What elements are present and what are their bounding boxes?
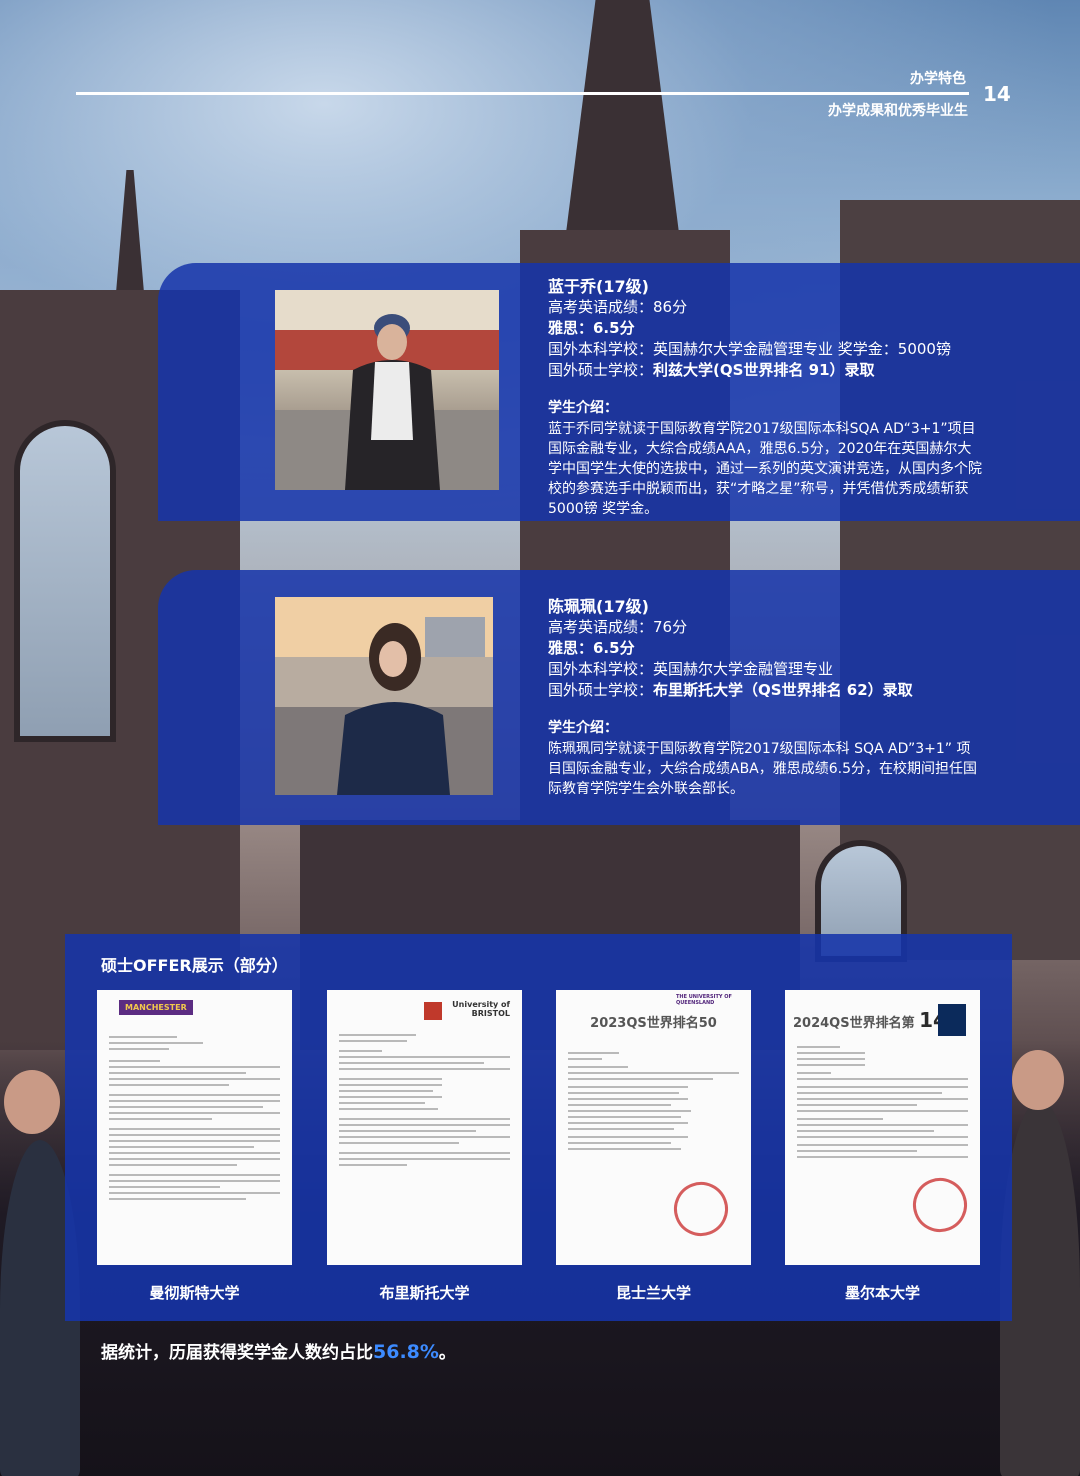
letter-text-lines <box>109 1036 280 1204</box>
offer-letter-bristol: University of BRISTOL <box>327 990 522 1265</box>
letter-text-lines <box>339 1034 510 1170</box>
undergrad-label: 国外本科学校： <box>548 340 654 358</box>
student-photo-2 <box>275 597 493 795</box>
intro-title: 学生介绍： <box>548 720 618 736</box>
person-silhouette <box>1000 1100 1080 1476</box>
university-name: 墨尔本大学 <box>844 1284 920 1302</box>
master-label: 国外硕士学校： <box>548 361 654 379</box>
undergrad-school: 国外本科学校：英国赫尔大学金融管理专业 奖学金：5000镑 <box>548 339 984 360</box>
student-intro: 陈珮珮同学就读于国际教育学院2017级国际本科 SQA AD”3+1” 项目国际… <box>548 741 978 797</box>
student-1-portrait <box>275 290 499 490</box>
master-value: 利兹大学(QS世界排名 91）录取 <box>653 361 875 379</box>
university-name: 布里斯托大学 <box>379 1284 470 1302</box>
student-intro: 蓝于乔同学就读于国际教育学院2017级国际本科SQA AD“3+1”项目国际金融… <box>548 421 982 517</box>
master-school: 国外硕士学校：布里斯托大学（QS世界排名 62）录取 <box>548 680 984 701</box>
approval-stamp <box>905 1170 975 1240</box>
melbourne-crest-icon <box>938 1004 966 1036</box>
letter-text-lines <box>568 1052 739 1154</box>
master-school: 国外硕士学校：利兹大学(QS世界排名 91）录取 <box>548 360 984 381</box>
section-subtitle: 办学成果和优秀毕业生 <box>828 103 968 119</box>
student-info-1: 蓝于乔(17级) 高考英语成绩：86分 雅思：6.5分 国外本科学校：英国赫尔大… <box>548 276 984 519</box>
queensland-logo: THE UNIVERSITY OF QUEENSLAND <box>676 994 732 1006</box>
gaokao-english-score: 高考英语成绩：76分 <box>548 618 688 636</box>
undergrad-label: 国外本科学校： <box>548 660 654 678</box>
gothic-window <box>14 420 116 742</box>
master-value: 布里斯托大学（QS世界排名 62）录取 <box>653 681 913 699</box>
intro-title: 学生介绍： <box>548 400 618 416</box>
page-number: 14 <box>983 82 1011 106</box>
ielts-score: 雅思：6.5分 <box>548 639 635 657</box>
student-2-portrait <box>275 597 493 795</box>
scholarship-statistic: 据统计，历届获得奖学金人数约占比56.8%。 <box>101 1338 456 1363</box>
person-face <box>1012 1050 1064 1110</box>
statistic-percent: 56.8% <box>373 1341 439 1363</box>
offer-letter-manchester: MANCHESTER <box>97 990 292 1265</box>
offer-letter-queensland: THE UNIVERSITY OF QUEENSLAND 2023QS世界排名5… <box>556 990 751 1265</box>
qs-rank-caption: 2023QS世界排名50 <box>590 1016 717 1031</box>
university-name: 昆士兰大学 <box>615 1284 691 1302</box>
undergrad-value: 英国赫尔大学金融管理专业 奖学金：5000镑 <box>653 340 951 358</box>
student-name: 陈珮珮(17级) <box>548 597 649 616</box>
bristol-crest-icon <box>424 1002 442 1020</box>
letter-text-lines <box>797 1046 968 1162</box>
header-rule <box>76 92 969 95</box>
undergrad-value: 英国赫尔大学金融管理专业 <box>653 660 834 678</box>
qs-rank-text: 2024QS世界排名第 <box>793 1016 915 1031</box>
person-face <box>4 1070 60 1134</box>
master-label: 国外硕士学校： <box>548 681 654 699</box>
undergrad-school: 国外本科学校：英国赫尔大学金融管理专业 <box>548 659 984 680</box>
offers-title: 硕士OFFER展示（部分） <box>101 956 288 975</box>
bristol-logo: University of BRISTOL <box>452 1000 510 1018</box>
university-name: 曼彻斯特大学 <box>149 1284 240 1302</box>
offer-letter-melbourne: 2024QS世界排名第 14 <box>785 990 980 1265</box>
section-category: 办学特色 <box>910 71 966 87</box>
statistic-text: 据统计，历届获得奖学金人数约占比 <box>101 1343 373 1363</box>
student-photo-1 <box>275 290 499 490</box>
student-info-2: 陈珮珮(17级) 高考英语成绩：76分 雅思：6.5分 国外本科学校：英国赫尔大… <box>548 596 984 799</box>
student-name: 蓝于乔(17级) <box>548 277 649 296</box>
statistic-end: 。 <box>438 1343 456 1363</box>
manchester-logo: MANCHESTER <box>119 1000 193 1015</box>
approval-stamp <box>666 1174 736 1244</box>
ielts-score: 雅思：6.5分 <box>548 319 635 337</box>
gaokao-english-score: 高考英语成绩：86分 <box>548 298 688 316</box>
